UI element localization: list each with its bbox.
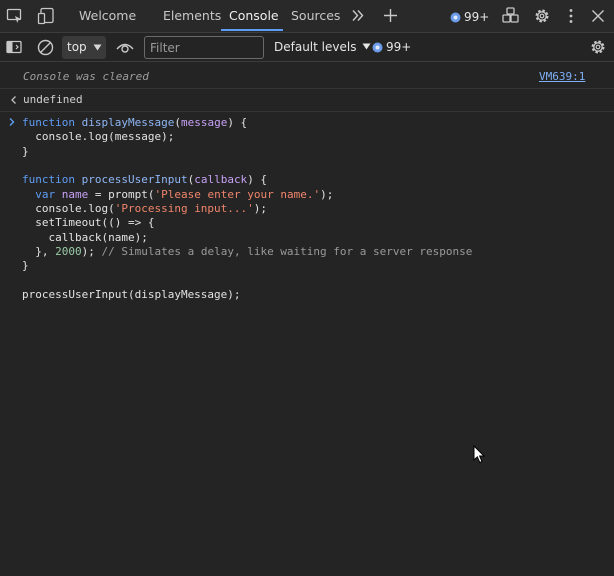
customize-icon[interactable]: [502, 7, 519, 24]
more-options-icon[interactable]: [568, 8, 574, 24]
row-divider: [0, 88, 614, 89]
issues-icon: [372, 42, 383, 53]
settings-icon[interactable]: [533, 7, 551, 25]
close-icon[interactable]: [591, 9, 605, 23]
tab-sources[interactable]: Sources: [291, 0, 340, 32]
context-selector[interactable]: top: [62, 36, 106, 59]
result-arrow-icon: [11, 96, 16, 104]
filter-input[interactable]: [144, 36, 264, 59]
dropdown-arrow-icon: [362, 43, 371, 50]
clear-console-icon[interactable]: [37, 39, 54, 56]
active-tab-indicator: [221, 29, 283, 31]
log-levels-label: Default levels: [274, 40, 357, 54]
gear-icon[interactable]: [589, 38, 607, 56]
devtools-tab-bar: Welcome Elements Console Sources 99+: [0, 0, 614, 33]
issues-icon: [450, 12, 461, 23]
tab-elements[interactable]: Elements: [163, 0, 221, 32]
row-divider: [0, 111, 614, 112]
tab-console[interactable]: Console: [229, 0, 279, 32]
console-cleared-message: Console was cleared: [23, 70, 149, 83]
mouse-cursor-icon: [473, 445, 485, 464]
more-tabs-icon[interactable]: [351, 9, 365, 22]
toolbar-issues-count: 99+: [386, 40, 412, 54]
log-levels-dropdown[interactable]: Default levels: [274, 40, 371, 54]
tab-welcome[interactable]: Welcome: [79, 0, 136, 32]
device-toolbar-icon[interactable]: [37, 7, 55, 25]
issues-count: 99+: [464, 10, 490, 24]
result-value: undefined: [23, 93, 83, 106]
eye-icon[interactable]: [116, 41, 134, 54]
inspect-icon[interactable]: [6, 8, 23, 24]
dropdown-arrow-icon: [93, 44, 102, 51]
console-input-code[interactable]: function displayMessage(message) { conso…: [22, 116, 472, 302]
prompt-chevron-icon: [9, 118, 15, 126]
sidebar-icon[interactable]: [6, 40, 22, 54]
context-selector-value: top: [67, 40, 87, 54]
source-link[interactable]: VM639:1: [539, 70, 585, 83]
add-tab-icon[interactable]: [383, 8, 398, 23]
